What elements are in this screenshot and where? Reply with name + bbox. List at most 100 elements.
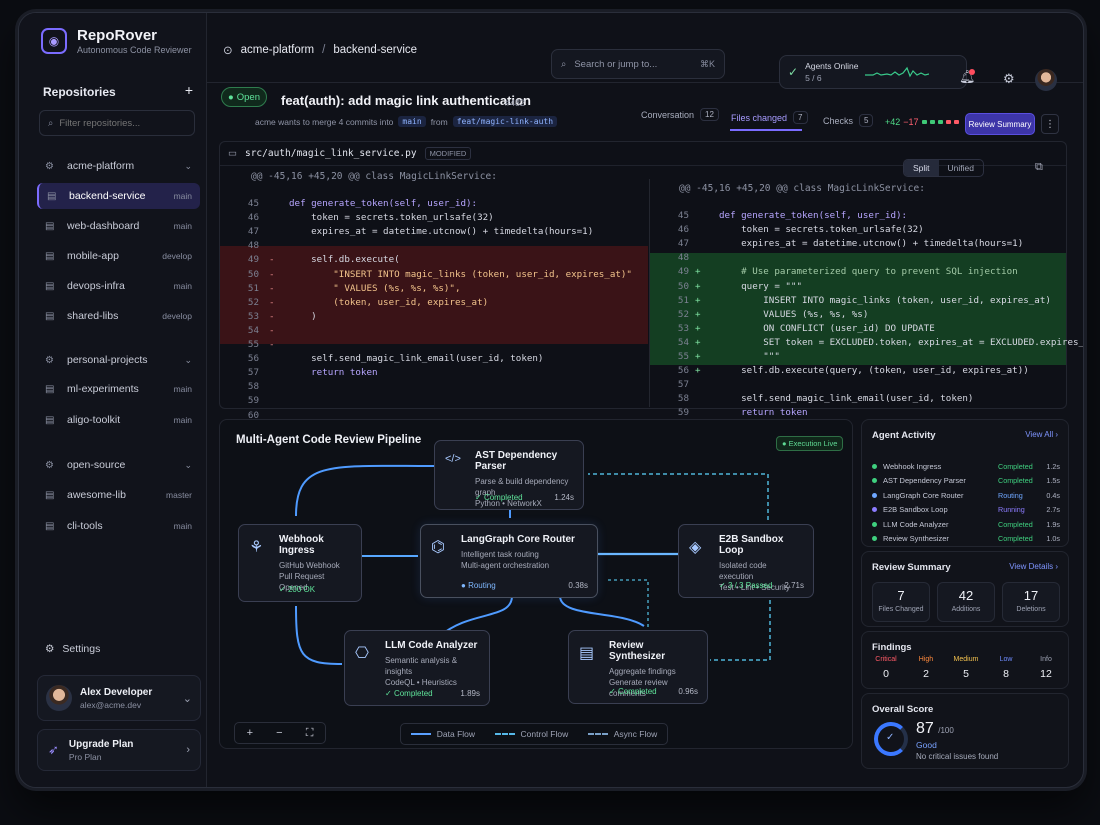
finding-info[interactable]: Info 12 bbox=[1026, 656, 1066, 680]
code-line: """ bbox=[719, 351, 780, 362]
org-icon: ⚙ bbox=[45, 459, 54, 471]
node-status: ✓ 200 OK bbox=[279, 585, 316, 594]
node-desc: Semantic analysis & insights bbox=[385, 656, 458, 676]
add-repository-icon[interactable]: + bbox=[185, 83, 193, 99]
plan-name: Pro Plan bbox=[68, 751, 102, 762]
more-options-icon[interactable]: ⋮ bbox=[1041, 114, 1059, 134]
diff-file-name[interactable]: src/auth/magic_link_service.py bbox=[245, 148, 417, 159]
sidebar-group-personal-projects[interactable]: ⚙ personal-projects ⌄ bbox=[37, 347, 200, 373]
view-details-link[interactable]: View Details › bbox=[1009, 562, 1058, 571]
sidebar-group-label: personal-projects bbox=[67, 354, 148, 366]
activity-row[interactable]: AST Dependency Parser Completed 1.5s bbox=[872, 475, 1060, 487]
activity-row[interactable]: E2B Sandbox Loop Running 2.7s bbox=[872, 504, 1060, 516]
finding-low[interactable]: Low 8 bbox=[986, 656, 1026, 680]
sidebar-item-awesome-lib[interactable]: ▤ awesome-lib master bbox=[37, 482, 200, 508]
settings-icon[interactable]: ⚙ bbox=[1003, 71, 1015, 87]
node-review-synthesizer[interactable]: ▤ Review Synthesizer Aggregate findings G… bbox=[568, 630, 708, 704]
edge-router-synth bbox=[559, 595, 645, 627]
zoom-out-icon[interactable]: − bbox=[276, 727, 282, 739]
active-tab-indicator bbox=[730, 129, 802, 131]
pr-merge-info: acme wants to merge 4 commits into main … bbox=[255, 116, 558, 127]
activity-sparkline bbox=[865, 66, 930, 78]
repository-filter[interactable]: ⌕ bbox=[39, 110, 195, 136]
added-marker: + bbox=[695, 322, 701, 334]
line-number: 59 bbox=[247, 395, 259, 407]
line-number: 49 bbox=[247, 254, 259, 266]
finding-count: 8 bbox=[1003, 668, 1009, 680]
node-llm-analyzer[interactable]: ⎔ LLM Code Analyzer Semantic analysis & … bbox=[344, 630, 490, 706]
node-status-label: 200 OK bbox=[287, 585, 316, 594]
webhook-icon: ⚘ bbox=[249, 539, 264, 556]
tab-conversation[interactable]: Conversation 12 bbox=[641, 108, 719, 121]
user-name: Alex Developer bbox=[80, 686, 153, 698]
unified-view-button[interactable]: Unified bbox=[939, 160, 983, 176]
finding-medium[interactable]: Medium 5 bbox=[946, 656, 986, 680]
settings-link[interactable]: ⚙ Settings bbox=[45, 643, 100, 655]
sidebar-item-aligo-toolkit[interactable]: ▤ aligo-toolkit main bbox=[37, 407, 200, 433]
line-number: 51 bbox=[247, 282, 259, 294]
finding-label: Low bbox=[999, 656, 1013, 663]
user-menu[interactable]: Alex Developer alex@acme.dev ⌄ bbox=[37, 675, 201, 721]
activity-row[interactable]: LLM Code Analyzer Completed 1.9s bbox=[872, 518, 1060, 530]
fit-view-icon[interactable]: ⛶ bbox=[306, 727, 314, 740]
breadcrumb-repo[interactable]: backend-service bbox=[333, 44, 417, 56]
agent-activity-panel: Agent Activity View All › Webhook Ingres… bbox=[861, 419, 1069, 547]
activity-row[interactable]: Webhook Ingress Completed 1.2s bbox=[872, 460, 1060, 472]
base-branch[interactable]: main bbox=[398, 116, 426, 127]
review-summary-button[interactable]: Review Summary bbox=[965, 113, 1035, 135]
app-window: ◉ RepoRover Autonomous Code Reviewer Rep… bbox=[18, 12, 1084, 788]
file-status-badge: MODIFIED bbox=[424, 147, 472, 160]
tab-count: 7 bbox=[793, 111, 808, 124]
removed-marker: - bbox=[269, 296, 275, 308]
global-search[interactable]: ⌕ Search or jump to... ⌘K bbox=[551, 49, 725, 79]
brand[interactable]: ◉ RepoRover Autonomous Code Reviewer bbox=[41, 27, 192, 55]
sidebar-item-devops-infra[interactable]: ▤ devops-infra main bbox=[37, 273, 200, 299]
tab-files-changed[interactable]: Files changed 7 bbox=[731, 111, 808, 124]
sidebar-item-mobile-app[interactable]: ▤ mobile-app develop bbox=[37, 243, 200, 269]
node-desc: Intelligent task routing bbox=[461, 550, 539, 559]
head-branch[interactable]: feat/magic-link-auth bbox=[452, 116, 558, 127]
zoom-in-icon[interactable]: + bbox=[247, 727, 253, 739]
agents-online-status[interactable]: ✓ Agents Online 5 / 6 bbox=[779, 55, 967, 89]
node-desc: Multi-agent orchestration bbox=[461, 561, 550, 570]
status-dot-icon bbox=[872, 507, 877, 512]
sidebar-item-shared-libs[interactable]: ▤ shared-libs develop bbox=[37, 303, 200, 329]
brand-name: RepoRover bbox=[77, 27, 158, 44]
sidebar-group-acme-platform[interactable]: ⚙ acme-platform ⌄ bbox=[37, 153, 200, 179]
finding-high[interactable]: High 2 bbox=[906, 656, 946, 680]
edge-webhook-llm bbox=[295, 605, 343, 665]
activity-row[interactable]: LangGraph Core Router Routing 0.4s bbox=[872, 489, 1060, 501]
node-time: 1.89s bbox=[460, 689, 480, 698]
repository-filter-input[interactable] bbox=[59, 117, 180, 129]
sidebar-item-cli-tools[interactable]: ▤ cli-tools main bbox=[37, 513, 200, 539]
sidebar-item-backend-service[interactable]: ▤ backend-service main bbox=[37, 183, 200, 209]
line-number: 52 bbox=[247, 296, 259, 308]
node-title: AST Dependency Parser bbox=[475, 450, 558, 472]
expand-icon[interactable]: ⧉ bbox=[1035, 161, 1043, 174]
breadcrumb-org[interactable]: acme-platform bbox=[241, 44, 315, 56]
chevron-down-icon: ⌄ bbox=[184, 160, 192, 171]
sidebar-item-ml-experiments[interactable]: ▤ ml-experiments main bbox=[37, 376, 200, 402]
finding-critical[interactable]: Critical 0 bbox=[866, 656, 906, 680]
repo-icon: ▤ bbox=[45, 280, 55, 292]
avatar[interactable] bbox=[1035, 69, 1057, 91]
activity-row[interactable]: Review Synthesizer Completed 1.0s bbox=[872, 533, 1060, 545]
upgrade-plan-button[interactable]: ➶ Upgrade Plan Pro Plan › bbox=[37, 729, 201, 771]
finding-label: Info bbox=[1040, 656, 1052, 663]
node-webhook-ingress[interactable]: ⚘ Webhook Ingress GitHub Webhook Pull Req… bbox=[238, 524, 362, 602]
code-line: expires_at = datetime.utcnow() + timedel… bbox=[289, 226, 594, 238]
sidebar-group-open-source[interactable]: ⚙ open-source ⌄ bbox=[37, 452, 200, 478]
tab-checks[interactable]: Checks 5 bbox=[823, 114, 874, 127]
split-view-button[interactable]: Split bbox=[904, 160, 939, 176]
branch-label: main bbox=[173, 221, 192, 231]
overall-score-title: Overall Score bbox=[872, 704, 934, 715]
code-line: ON CONFLICT (user_id) DO UPDATE bbox=[719, 322, 935, 334]
node-e2b-sandbox[interactable]: ◈ E2B Sandbox Loop Isolated code executi… bbox=[678, 524, 814, 598]
view-all-link[interactable]: View All › bbox=[1025, 430, 1058, 439]
node-status-label: Routing bbox=[468, 581, 496, 590]
sidebar-item-web-dashboard[interactable]: ▤ web-dashboard main bbox=[37, 213, 200, 239]
code-line: self.send_magic_link_email(user_id, toke… bbox=[289, 353, 544, 365]
node-status-label: Completed bbox=[393, 689, 433, 698]
node-ast-parser[interactable]: </> AST Dependency Parser Parse & build … bbox=[434, 440, 584, 510]
node-langgraph-router[interactable]: ⌬ LangGraph Core Router Intelligent task… bbox=[420, 524, 598, 598]
